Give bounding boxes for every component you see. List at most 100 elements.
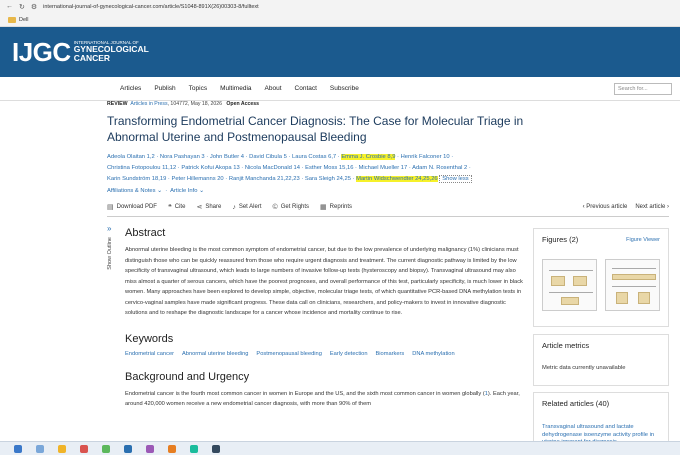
site-info-icon[interactable]: ⚙ [31,3,37,11]
author-name[interactable]: Michael Mueller 17 [359,165,408,171]
double-chevron-right-icon: » [107,224,112,233]
related-heading: Related articles (40) [542,399,610,408]
author-name[interactable]: Nora Pashayan 3 [160,154,205,160]
journal-logo[interactable]: IJGC [12,37,71,68]
metrics-text: Metric data currently unavailable [542,365,626,371]
keywords-heading: Keywords [125,332,174,345]
keyword-link[interactable]: Biomarkers [376,351,405,357]
author-name[interactable]: Ranjit Manchanda 21,22,23 [229,176,300,182]
app-icon[interactable] [146,444,154,453]
nav-subscribe[interactable]: Subscribe [330,85,359,92]
figures-panel: Figures (2) Figure Viewer [533,228,669,327]
reprints-button[interactable]: ▦ Reprints [320,203,352,211]
article-toolbar: ▤ Download PDF ❝ Cite ⋖ Share ♪ Set Alert © G… [107,201,669,213]
author-name[interactable]: Peter Hillemanns 20 [171,176,223,182]
author-name[interactable]: Karin Sundström 18,19 [107,176,166,182]
author-name[interactable]: Christina Fotopoulou 11,12 [107,165,176,171]
author-row-1: Adeola Olaitan 1,2 · Nora Pashayan 3 · J… [107,154,454,161]
chevron-left-icon: ‹ [582,204,585,210]
cite-button[interactable]: ❝ Cite [168,203,185,211]
previous-article-link[interactable]: ‹ Previous article [583,204,628,210]
keyword-link[interactable]: Endometrial cancer [125,351,174,357]
nav-topics[interactable]: Topics [189,85,207,92]
author-name[interactable]: Esther Moss 15,16 [305,165,353,171]
keyword-link[interactable]: DNA methylation [412,351,454,357]
start-icon[interactable] [14,444,22,453]
reprints-icon: ▦ [320,204,327,211]
download-pdf-button[interactable]: ▤ Download PDF [107,203,157,211]
nav-articles[interactable]: Articles [120,85,141,92]
show-less-button[interactable]: Show less [439,175,472,184]
author-name-highlighted[interactable]: Emma J. Crosbie 8,9 [341,154,396,161]
author-name-highlighted[interactable]: Martin Widschwendter 24,25,26 [356,176,438,183]
folder-icon [8,16,16,23]
article-meta: REVIEW Articles in Press, 104772, May 18… [107,101,507,107]
article-type: REVIEW [107,101,128,107]
logo-line-3: CANCER [73,53,111,64]
article-pager: ‹ Previous article Next article › [583,204,669,210]
figure-viewer-link[interactable]: Figure Viewer [626,237,660,243]
url-text[interactable]: international-journal-of-gynecological-c… [43,4,259,10]
author-name[interactable]: Sara Sleigh 24,25 [305,176,351,182]
articles-in-press-link[interactable]: Articles in Press [130,101,167,107]
show-outline-label: Show Outline [107,237,113,270]
app-icon[interactable] [102,444,110,453]
chevron-down-icon: ⌄ [199,188,204,195]
divider [107,216,669,217]
show-outline-toggle[interactable]: » Show Outline [107,224,117,270]
bookmark-folder-label[interactable]: Dell [19,17,28,23]
reload-icon[interactable]: ↻ [19,3,25,11]
file-explorer-icon[interactable] [58,444,66,453]
article-info-toggle[interactable]: Article Info [170,188,197,194]
keyword-link[interactable]: Early detection [330,351,368,357]
keyword-list: Endometrial cancer Abnormal uterine blee… [125,351,525,357]
app-icon[interactable] [168,444,176,453]
share-icon: ⋖ [196,204,203,211]
back-icon[interactable]: ← [6,3,13,10]
next-article-label: Next article [635,204,666,210]
abstract-heading: Abstract [125,227,166,239]
keyword-link[interactable]: Postmenopausal bleeding [256,351,321,357]
app-icon[interactable] [124,444,132,453]
chevron-down-icon: ⌄ [157,188,163,195]
author-name[interactable]: Henrik Falconer 10 [401,154,450,160]
background-text: Endometrial cancer is the fourth most co… [125,389,525,410]
affiliations-toggle[interactable]: Affiliations & Notes [107,188,156,194]
next-article-link[interactable]: Next article › [635,204,669,210]
get-rights-button[interactable]: © Get Rights [273,204,310,211]
quote-icon: ❝ [167,204,172,211]
nav-about[interactable]: About [265,85,282,92]
browser-icon[interactable] [80,444,88,453]
author-name[interactable]: John Butler 4 [210,154,244,160]
figure-thumbnail[interactable] [542,259,597,311]
author-row-2: Christina Fotopoulou 11,12 · Patrick Kof… [107,165,471,172]
author-name[interactable]: Patrick Kofui Akopa 13 [181,165,239,171]
set-alert-button[interactable]: ♪ Set Alert [232,204,261,211]
nav-multimedia[interactable]: Multimedia [220,85,251,92]
pdf-icon: ▤ [107,204,114,211]
cite-label: Cite [174,204,186,210]
author-name[interactable]: Adam N. Rosenthal 2 [412,165,467,171]
reprints-label: Reprints [329,204,353,210]
author-name[interactable]: David Cibula 5 [249,154,287,160]
author-name[interactable]: Nicola MacDonald 14 [245,165,300,171]
figures-heading: Figures (2) [542,235,579,244]
figure-thumbnail[interactable] [605,259,660,311]
nav-contact[interactable]: Contact [295,85,317,92]
author-name[interactable]: Laura Costas 6,7 [292,154,336,160]
app-icon[interactable] [212,444,220,453]
search-input[interactable]: Search for... [614,83,672,95]
app-icon[interactable] [190,444,198,453]
article-metrics-panel: Article metrics Metric data currently un… [533,334,669,386]
search-icon[interactable] [36,444,44,453]
keyword-link[interactable]: Abnormal uterine bleeding [182,351,248,357]
article-body: Abstract Abnormal uterine bleeding is th… [125,227,525,410]
share-button[interactable]: ⋖ Share [196,203,221,211]
os-taskbar [0,441,680,455]
metrics-heading: Article metrics [542,341,590,350]
background-heading: Background and Urgency [125,370,250,383]
chevron-right-icon: › [667,204,669,210]
background-text-part: Endometrial cancer is the fourth most co… [125,390,485,397]
author-name[interactable]: Adeola Olaitan 1,2 [107,154,155,160]
nav-publish[interactable]: Publish [154,85,175,92]
